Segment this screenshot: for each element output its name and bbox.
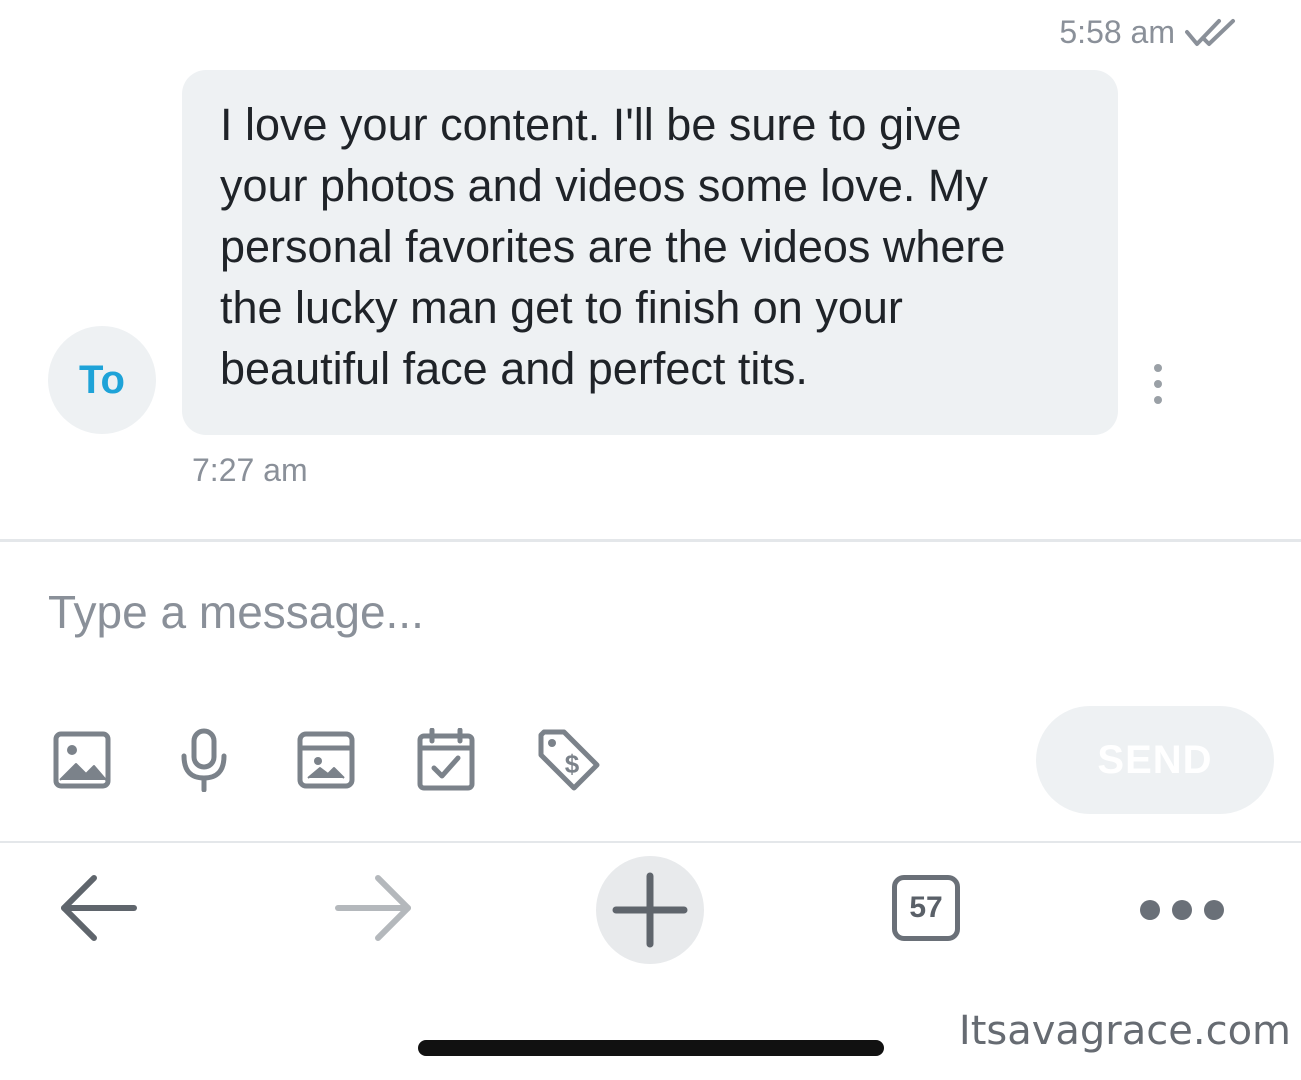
watermark: Itsavagrace.com	[958, 1008, 1291, 1054]
media-vault-icon[interactable]	[294, 726, 358, 794]
tab-switcher-button[interactable]: 57	[892, 875, 960, 941]
composer-divider	[0, 539, 1301, 542]
previous-message-status: 5:58 am	[1059, 14, 1241, 51]
home-indicator[interactable]	[418, 1040, 884, 1056]
arrow-left-icon[interactable]	[58, 872, 138, 944]
tab-count: 57	[909, 891, 943, 924]
send-button[interactable]: SEND	[1036, 706, 1274, 814]
avatar-initials: To	[79, 357, 125, 402]
message-time: 7:27 am	[192, 452, 308, 488]
message-input[interactable]	[48, 572, 1008, 652]
calendar-check-icon[interactable]	[414, 726, 478, 794]
previous-message-time: 5:58 am	[1059, 14, 1175, 50]
avatar[interactable]: To	[48, 326, 156, 434]
double-check-icon	[1185, 18, 1235, 46]
new-tab-button[interactable]	[596, 856, 704, 964]
message-text: I love your content. I'll be sure to giv…	[220, 99, 1006, 394]
vertical-dots-icon[interactable]	[1146, 364, 1170, 404]
browser-toolbar-divider	[0, 841, 1301, 843]
more-dots-icon[interactable]	[1140, 898, 1224, 922]
image-icon[interactable]	[50, 726, 114, 794]
microphone-icon[interactable]	[172, 726, 236, 794]
svg-text:$: $	[565, 749, 580, 779]
plus-icon	[612, 872, 688, 948]
arrow-right-icon[interactable]	[334, 872, 414, 944]
message-bubble[interactable]: I love your content. I'll be sure to giv…	[182, 70, 1118, 435]
price-tag-icon[interactable]: $	[536, 726, 602, 794]
